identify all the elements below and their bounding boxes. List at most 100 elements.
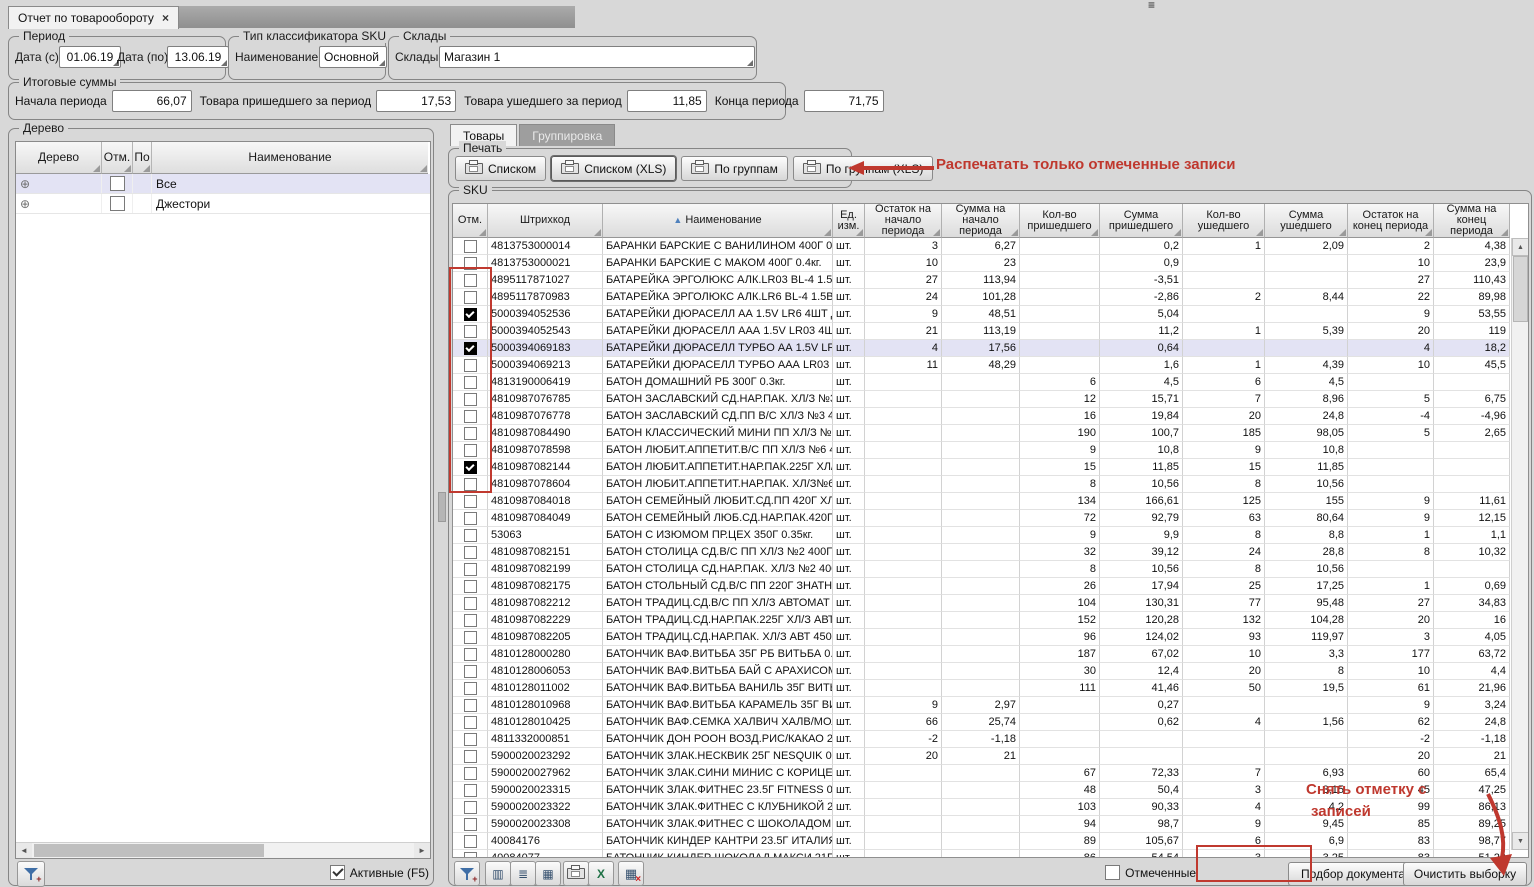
marked-checkbox[interactable] xyxy=(1105,865,1120,880)
col-header-qty-end[interactable]: Остаток на конец периода xyxy=(1348,204,1434,238)
row-checkbox[interactable] xyxy=(464,274,477,287)
row-checkbox[interactable] xyxy=(464,376,477,389)
scroll-right-icon[interactable]: ► xyxy=(414,843,430,858)
row-checkbox[interactable] xyxy=(464,852,477,858)
table-row[interactable]: 4813190006419 БАТОН ДОМАШНИЙ РБ 300Г 0.3… xyxy=(453,374,1511,391)
print-button[interactable]: По группам xyxy=(681,156,787,181)
table-row[interactable]: 4810128006053 БАТОНЧИК ВАФ.ВИТЬБА БАЙ С … xyxy=(453,663,1511,680)
table-row[interactable]: 4810987078604 БАТОН ЛЮБИТ.АППЕТИТ.НАР.ПА… xyxy=(453,476,1511,493)
table-row[interactable]: 40084077 БАТОНЧИК КИНДЕР ШОКОЛАД МАКСИ 2… xyxy=(453,850,1511,857)
scroll-down-icon[interactable]: ▼ xyxy=(1512,832,1529,850)
row-checkbox[interactable] xyxy=(464,835,477,848)
scroll-up-icon[interactable]: ▲ xyxy=(1512,238,1529,256)
table-row[interactable]: 4813753000014 БАРАНКИ БАРСКИЕ С ВАНИЛИНО… xyxy=(453,238,1511,255)
table-row[interactable]: 4813753000021 БАРАНКИ БАРСКИЕ С МАКОМ 40… xyxy=(453,255,1511,272)
table-row[interactable]: 5900020027962 БАТОНЧИК ЗЛАК.СИНИ МИНИС С… xyxy=(453,765,1511,782)
tree-col-tree[interactable]: Дерево xyxy=(16,142,102,174)
row-checkbox[interactable] xyxy=(464,461,477,474)
active-checkbox[interactable] xyxy=(330,865,345,880)
filter-button[interactable]: + xyxy=(454,861,480,886)
print-list-button[interactable] xyxy=(563,861,589,886)
window-menu-icon[interactable]: ≡ xyxy=(1148,0,1155,12)
row-checkbox[interactable] xyxy=(464,427,477,440)
row-checkbox[interactable] xyxy=(464,325,477,338)
row-checkbox[interactable] xyxy=(464,563,477,576)
col-header-marked[interactable]: Отм. xyxy=(453,204,488,238)
vertical-scrollbar[interactable]: ▲ ▼ xyxy=(1511,238,1528,850)
row-checkbox[interactable] xyxy=(464,784,477,797)
table-row[interactable]: 5000394052536 БАТАРЕЙКИ ДЮРАСЕЛЛ АА 1.5V… xyxy=(453,306,1511,323)
row-checkbox[interactable] xyxy=(464,512,477,525)
table-row[interactable]: 5000394069213 БАТАРЕЙКИ ДЮРАСЕЛЛ ТУРБО А… xyxy=(453,357,1511,374)
row-checkbox[interactable] xyxy=(464,291,477,304)
row-checkbox[interactable] xyxy=(464,767,477,780)
table-row[interactable]: 5900020023308 БАТОНЧИК ЗЛАК.ФИТНЕС С ШОК… xyxy=(453,816,1511,833)
date-to-field[interactable]: 13.06.19 xyxy=(167,46,229,68)
table-row[interactable]: 4810987084018 БАТОН СЕМЕЙНЫЙ ЛЮБИТ.СД.ПП… xyxy=(453,493,1511,510)
row-checkbox[interactable] xyxy=(464,733,477,746)
row-checkbox[interactable] xyxy=(464,410,477,423)
export-excel-button[interactable]: X xyxy=(588,861,614,886)
table-row[interactable]: 5900020023315 БАТОНЧИК ЗЛАК.ФИТНЕС 23.5Г… xyxy=(453,782,1511,799)
total-value-field[interactable]: 11,85 xyxy=(627,90,707,112)
columns-button[interactable]: ▥ xyxy=(485,861,511,886)
row-checkbox[interactable] xyxy=(464,529,477,542)
table-row[interactable]: 40084176 БАТОНЧИК КИНДЕР КАНТРИ 23.5Г ИТ… xyxy=(453,833,1511,850)
row-checkbox[interactable] xyxy=(464,801,477,814)
col-header-barcode[interactable]: Штрихкод xyxy=(488,204,603,238)
table-row[interactable]: 4810987084049 БАТОН СЕМЕЙНЫЙ ЛЮБ.СД.НАР.… xyxy=(453,510,1511,527)
table-row[interactable]: 5000394069183 БАТАРЕЙКИ ДЮРАСЕЛЛ ТУРБО А… xyxy=(453,340,1511,357)
table-row[interactable]: 4810128000280 БАТОНЧИК ВАФ.ВИТЬБА 35Г РБ… xyxy=(453,646,1511,663)
print-button[interactable]: Списком (XLS) xyxy=(551,156,676,181)
table-row[interactable]: 4810987082175 БАТОН СТОЛЬНЫЙ СД.В/С ПП 2… xyxy=(453,578,1511,595)
row-checkbox[interactable] xyxy=(464,716,477,729)
table-row[interactable]: 53063 БАТОН С ИЗЮМОМ ПР.ЦЕХ 350Г 0.35кг.… xyxy=(453,527,1511,544)
row-checkbox[interactable] xyxy=(464,393,477,406)
table-row[interactable]: 4810128010968 БАТОНЧИК ВАФ.ВИТЬБА КАРАМЕ… xyxy=(453,697,1511,714)
grid-settings-button[interactable]: ▦ xyxy=(535,861,561,886)
total-value-field[interactable]: 71,75 xyxy=(804,90,884,112)
table-row[interactable]: 4810128011002 БАТОНЧИК ВАФ.ВИТЬБА ВАНИЛЬ… xyxy=(453,680,1511,697)
tree-filter-button[interactable]: + xyxy=(17,861,45,887)
col-header-qty-in[interactable]: Кол-во пришедшего xyxy=(1020,204,1100,238)
tree-scroll-thumb[interactable] xyxy=(34,844,264,857)
print-button[interactable]: По группам (XLS) xyxy=(793,156,933,181)
row-checkbox[interactable] xyxy=(464,342,477,355)
row-checkbox[interactable] xyxy=(464,750,477,763)
panel-splitter[interactable] xyxy=(438,492,446,522)
expand-icon[interactable]: ⊕ xyxy=(20,178,30,190)
report-tab[interactable]: Отчет по товарообороту × xyxy=(8,6,179,29)
table-row[interactable]: 4810987082199 БАТОН СТОЛИЦА СД.НАР.ПАК. … xyxy=(453,561,1511,578)
total-value-field[interactable]: 66,07 xyxy=(112,90,192,112)
row-checkbox[interactable] xyxy=(464,699,477,712)
col-header-qty-out[interactable]: Кол-во ушедшего xyxy=(1183,204,1265,238)
row-checkbox[interactable] xyxy=(464,240,477,253)
row-checkbox[interactable] xyxy=(464,648,477,661)
col-header-unit[interactable]: Ед. изм. xyxy=(833,204,865,238)
table-row[interactable]: 4810987084490 БАТОН КЛАССИЧЕСКИЙ МИНИ ПП… xyxy=(453,425,1511,442)
tab-item[interactable]: Группировка xyxy=(519,124,615,146)
tree-row-checkbox[interactable] xyxy=(110,176,125,191)
print-button[interactable]: Списком xyxy=(455,156,546,181)
col-header-sum-out[interactable]: Сумма ушедшего xyxy=(1265,204,1348,238)
close-tab-icon[interactable]: × xyxy=(162,11,169,25)
scroll-thumb[interactable] xyxy=(1513,256,1528,322)
table-row[interactable]: 4810987082151 БАТОН СТОЛИЦА СД.В/С ПП ХЛ… xyxy=(453,544,1511,561)
warehouses-select[interactable]: Магазин 1 xyxy=(439,46,755,68)
row-checkbox[interactable] xyxy=(464,546,477,559)
date-from-field[interactable]: 01.06.19 xyxy=(59,46,121,68)
col-header-sum-end[interactable]: Сумма на конец периода xyxy=(1434,204,1510,238)
row-checkbox[interactable] xyxy=(464,631,477,644)
table-row[interactable]: 4810987082229 БАТОН ТРАДИЦ.СД.НАР.ПАК.22… xyxy=(453,612,1511,629)
tree-col-po[interactable]: По xyxy=(133,142,152,174)
row-checkbox[interactable] xyxy=(464,257,477,270)
row-checkbox[interactable] xyxy=(464,818,477,831)
row-checkbox[interactable] xyxy=(464,308,477,321)
row-checkbox[interactable] xyxy=(464,495,477,508)
tree-row[interactable]: ⊕ Джестори xyxy=(16,194,430,214)
scroll-left-icon[interactable]: ◄ xyxy=(16,843,32,858)
expand-icon[interactable]: ⊕ xyxy=(20,198,30,210)
total-value-field[interactable]: 17,53 xyxy=(376,90,456,112)
table-row[interactable]: 4810987082144 БАТОН ЛЮБИТ.АППЕТИТ.НАР.ПА… xyxy=(453,459,1511,476)
table-row[interactable]: 4811332000851 БАТОНЧИК ДОН РООН ВОЗД.РИС… xyxy=(453,731,1511,748)
